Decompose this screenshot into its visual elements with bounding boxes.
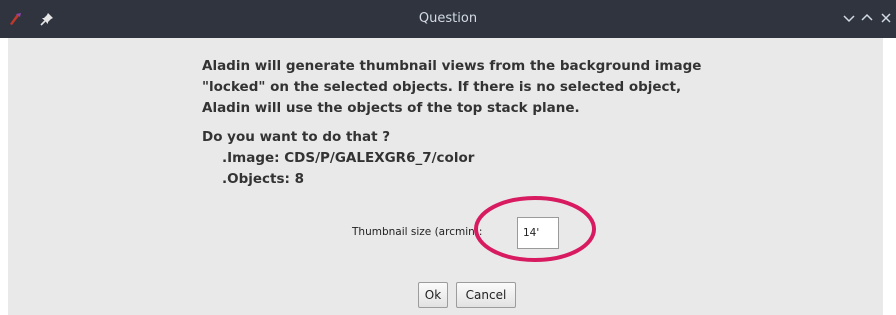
window-title: Question [418, 11, 478, 26]
thumbnail-size-input[interactable] [517, 217, 559, 249]
chevron-down-icon[interactable] [840, 9, 858, 27]
cancel-button[interactable]: Cancel [456, 282, 516, 308]
image-info: .Image: CDS/P/GALEXGR6_7/color [222, 150, 475, 166]
message-line: "locked" on the selected objects. If the… [202, 79, 682, 95]
thumbnail-size-label: Thumbnail size (arcmin): [352, 226, 483, 238]
question-dialog: Question Aladin will generate thumbnail … [0, 0, 896, 315]
dialog-content: Aladin will generate thumbnail views fro… [0, 38, 896, 315]
message-line: Aladin will generate thumbnail views fro… [202, 58, 702, 74]
ok-button[interactable]: Ok [418, 282, 448, 308]
close-icon[interactable] [877, 9, 895, 27]
chevron-up-icon[interactable] [858, 9, 876, 27]
question-text: Do you want to do that ? [202, 129, 391, 145]
dialog-message: Aladin will generate thumbnail views fro… [202, 56, 762, 190]
title-bar[interactable]: Question [0, 0, 896, 38]
objects-info: .Objects: 8 [222, 171, 305, 187]
message-line: Aladin will use the objects of the top s… [202, 100, 580, 116]
